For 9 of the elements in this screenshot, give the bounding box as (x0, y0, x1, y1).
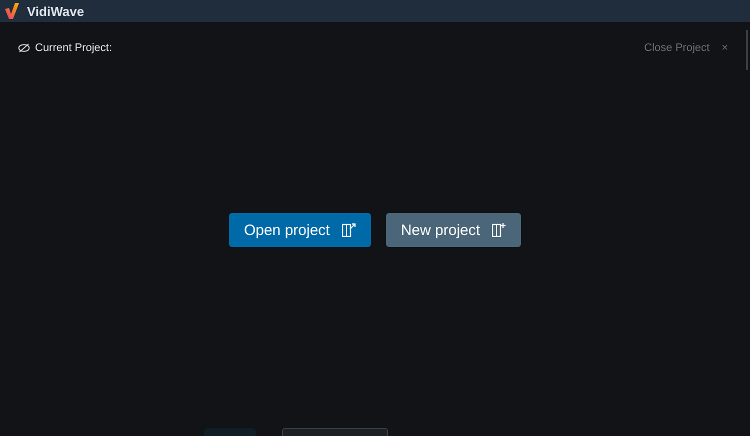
hidden-eye-icon (18, 43, 30, 53)
current-project-label: Current Project: (35, 42, 112, 54)
app-title: VidiWave (27, 4, 84, 18)
film-add-icon (492, 223, 506, 237)
scrollbar[interactable] (746, 30, 748, 70)
new-project-button[interactable]: New project (386, 213, 522, 247)
open-project-button[interactable]: Open project (228, 213, 371, 247)
logo-icon (5, 3, 19, 19)
film-export-icon (342, 223, 356, 237)
